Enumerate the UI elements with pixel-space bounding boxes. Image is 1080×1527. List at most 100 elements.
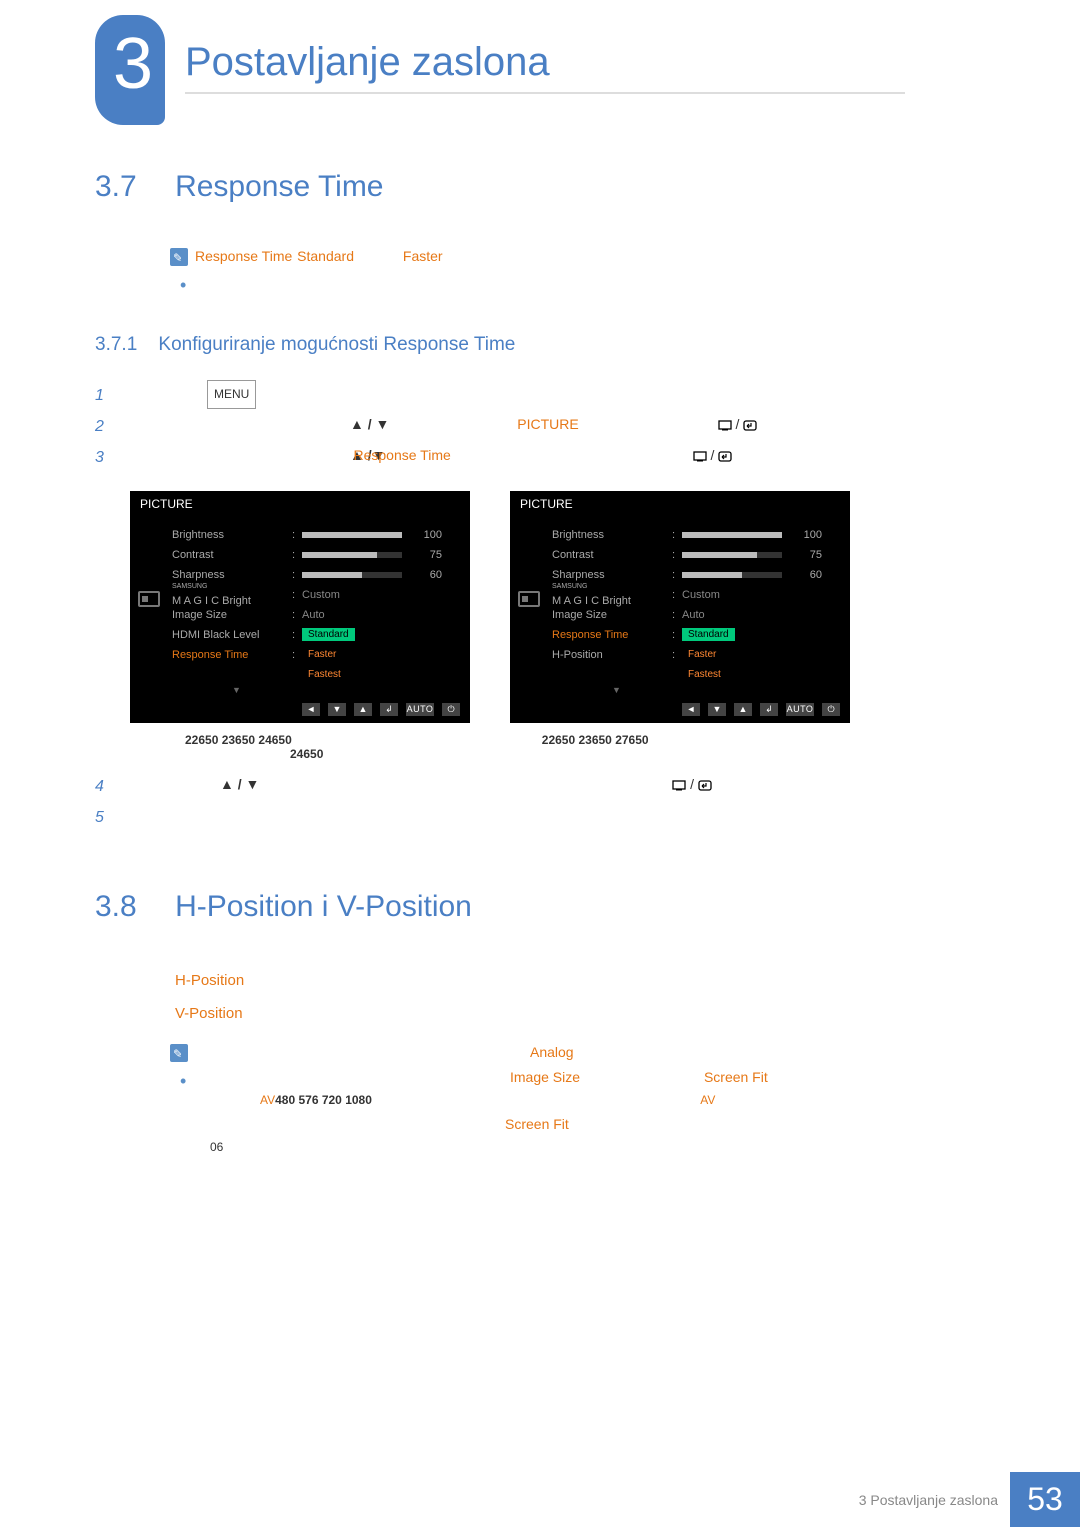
osd-standard-option[interactable]: Standard <box>682 628 735 641</box>
section-3-8-note: • Analog • Image Size Screen Fit AV480 5… <box>95 1040 915 1159</box>
step-5-number: 5 <box>95 800 115 835</box>
osd-scroll-down-icon: ▼ <box>232 685 458 695</box>
osd-faster-option[interactable]: Faster <box>682 648 722 661</box>
section-3-7-title: Response Time <box>175 170 383 203</box>
osd-hdmi-black-label: HDMI Black Level <box>172 629 292 641</box>
osd-image-size-label: Image Size <box>552 609 672 621</box>
osd-brightness-label: Brightness <box>552 529 672 541</box>
osd-title: PICTURE <box>510 491 850 517</box>
page-footer: 3 Postavljanje zaslona 53 <box>0 1472 1080 1527</box>
step-3: 3 ▲ / ▼Response Time / <box>95 440 915 471</box>
osd-sharpness-value: 60 <box>412 569 442 581</box>
osd-image-size-label: Image Size <box>172 609 292 621</box>
osd-panel-right: PICTURE Brightness:100 Contrast:75 Sharp… <box>510 491 850 723</box>
osd-magic-bright-value: Custom <box>682 589 720 601</box>
subsection-3-7-1-number: 3.7.1 <box>95 334 137 355</box>
osd-contrast-label: Contrast <box>172 549 292 561</box>
model-list-left-line2: 24650 <box>290 747 915 761</box>
bullet-icon: • <box>180 1065 186 1097</box>
osd-up-button[interactable]: ▲ <box>354 703 372 716</box>
osd-side-icon <box>518 591 540 607</box>
osd-auto-button[interactable]: AUTO <box>786 703 814 716</box>
picture-label: PICTURE <box>517 416 578 432</box>
osd-standard-option[interactable]: Standard <box>302 628 355 641</box>
osd-left-button[interactable]: ◄ <box>682 703 700 716</box>
section-3-7-heading: 3.7 Response Time <box>95 170 915 204</box>
osd-magic-bright-label: SAMSUNGM A G I C Bright <box>172 583 292 607</box>
section-3-8-title: H-Position i V-Position <box>175 890 472 923</box>
footer-label: 3 Postavljanje zaslona <box>859 1492 998 1508</box>
subsection-3-7-1-title: Konfiguriranje mogućnosti Response Time <box>158 334 515 355</box>
osd-down-button[interactable]: ▼ <box>708 703 726 716</box>
image-size-label: Image Size <box>510 1069 580 1085</box>
osd-contrast-label: Contrast <box>552 549 672 561</box>
osd-up-button[interactable]: ▲ <box>734 703 752 716</box>
osd-power-button[interactable]: ⏻ <box>442 703 460 716</box>
v-position-label: V-Position <box>175 1005 243 1022</box>
osd-title: PICTURE <box>130 491 470 517</box>
h-position-label: H-Position <box>175 972 244 989</box>
standard-label: Standard <box>297 248 354 264</box>
chapter-tab: 3 <box>95 15 165 125</box>
osd-contrast-value: 75 <box>792 549 822 561</box>
response-time-label: Response Time <box>195 248 292 264</box>
osd-down-button[interactable]: ▼ <box>328 703 346 716</box>
display-enter-icon: / <box>693 447 734 463</box>
display-enter-icon: / <box>672 776 713 792</box>
osd-scroll-down-icon: ▼ <box>612 685 838 695</box>
response-time-inline: Response Time <box>354 447 451 463</box>
step-1: 1 MENU <box>95 378 915 409</box>
analog-label: Analog <box>530 1044 574 1060</box>
footer-page-number: 53 <box>1010 1472 1080 1527</box>
av-label: AV <box>260 1093 275 1107</box>
osd-brightness-value: 100 <box>792 529 822 541</box>
osd-brightness-value: 100 <box>412 529 442 541</box>
screen-fit-label-2: Screen Fit <box>505 1116 569 1132</box>
step-2: 2 ▲ / ▼ PICTURE / <box>95 409 915 440</box>
chapter-number: 3 <box>113 23 153 105</box>
header-divider <box>185 92 905 94</box>
osd-response-time-label: Response Time <box>552 629 672 641</box>
osd-enter-button[interactable]: ↲ <box>760 703 778 716</box>
osd-image-size-value: Auto <box>682 609 705 621</box>
osd-faster-option[interactable]: Faster <box>302 648 342 661</box>
osd-brightness-label: Brightness <box>172 529 292 541</box>
osd-side-icon <box>138 591 160 607</box>
display-enter-icon: / <box>718 416 759 432</box>
step-4: 4 ▲ / ▼ / <box>95 769 915 800</box>
up-down-arrow-icon: ▲ / ▼ <box>350 416 389 432</box>
screen-fit-label: Screen Fit <box>704 1069 768 1085</box>
section-3-7-number: 3.7 <box>95 170 137 203</box>
up-down-arrow-icon: ▲ / ▼ <box>220 776 259 792</box>
section-3-8-heading: 3.8 H-Position i V-Position <box>95 890 915 924</box>
osd-sharpness-label: Sharpness <box>552 569 672 581</box>
osd-sharpness-value: 60 <box>792 569 822 581</box>
osd-fastest-option[interactable]: Fastest <box>302 668 347 681</box>
osd-magic-bright-value: Custom <box>302 589 340 601</box>
osd-left-button[interactable]: ◄ <box>302 703 320 716</box>
osd-footer-buttons: ◄ ▼ ▲ ↲ AUTO ⏻ <box>510 699 850 718</box>
subsection-3-7-1-heading: 3.7.1 Konfiguriranje mogućnosti Response… <box>95 334 915 356</box>
menu-button-label: MENU <box>207 380 256 408</box>
model-list-left: 22650 23650 24650 <box>185 733 292 747</box>
faster-label: Faster <box>403 248 443 264</box>
osd-fastest-option[interactable]: Fastest <box>682 668 727 681</box>
osd-auto-button[interactable]: AUTO <box>406 703 434 716</box>
step-3-number: 3 <box>95 440 115 475</box>
av-label-2: AV <box>700 1093 715 1107</box>
model-list-right: 22650 23650 27650 <box>542 733 649 747</box>
section-3-8-number: 3.8 <box>95 890 137 923</box>
osd-response-time-label: Response Time <box>172 649 292 661</box>
osd-h-position-label: H-Position <box>552 649 672 661</box>
section-3-7-note: • Response Time Standard Faster • <box>95 244 915 294</box>
osd-panel-left: PICTURE Brightness:100 Contrast:75 Sharp… <box>130 491 470 723</box>
osd-footer-buttons: ◄ ▼ ▲ ↲ AUTO ⏻ <box>130 699 470 718</box>
osd-power-button[interactable]: ⏻ <box>822 703 840 716</box>
osd-enter-button[interactable]: ↲ <box>380 703 398 716</box>
osd-sharpness-label: Sharpness <box>172 569 292 581</box>
chapter-title: Postavljanje zaslona <box>185 40 550 85</box>
note-06: 06 <box>210 1140 223 1154</box>
osd-image-size-value: Auto <box>302 609 325 621</box>
av-models: 480 576 720 1080 <box>275 1093 372 1107</box>
osd-magic-bright-label: SAMSUNGM A G I C Bright <box>552 583 672 607</box>
